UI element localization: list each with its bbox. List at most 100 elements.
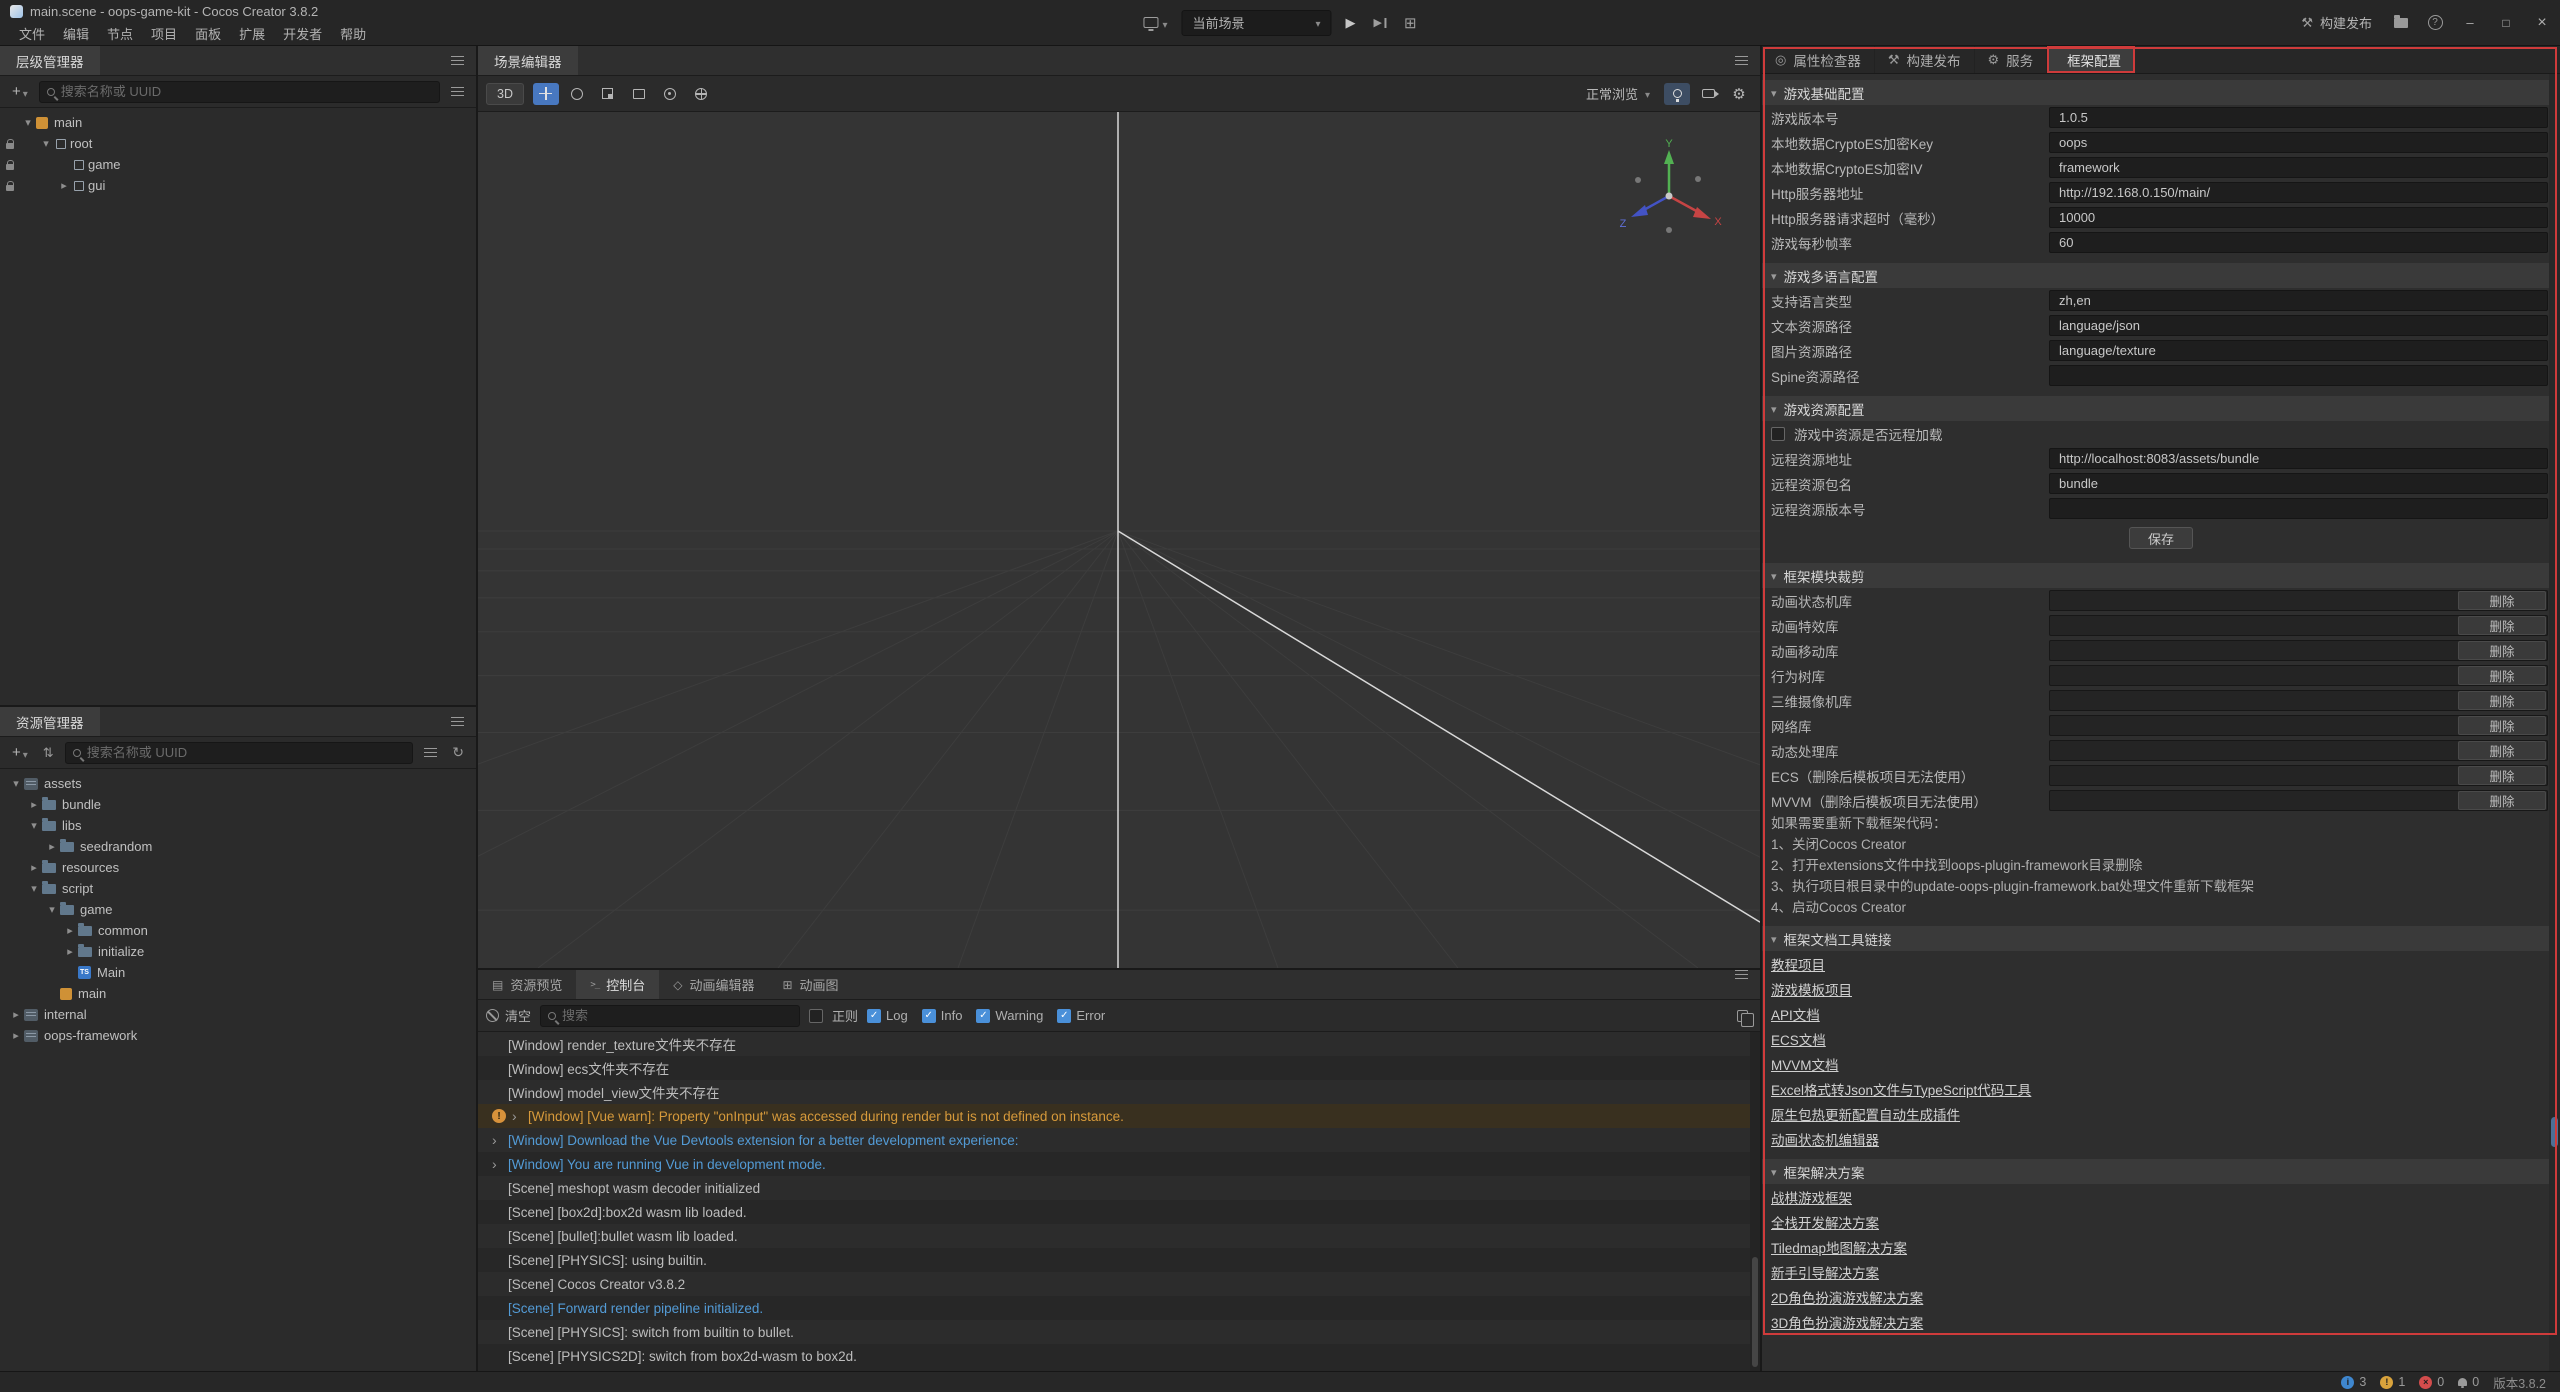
hierarchy-search-input[interactable] [61,84,432,99]
field-input[interactable] [2049,107,2548,128]
asset-node[interactable]: ▾ assets [0,773,476,794]
tree-expand-arrow-icon[interactable]: ▸ [44,840,60,853]
step-button[interactable] [1369,10,1389,36]
assets-search-input[interactable] [87,745,406,760]
menu-item[interactable]: 节点 [98,24,142,43]
close-button[interactable] [2524,0,2560,45]
panel-menu-icon[interactable] [451,717,464,726]
maximize-button[interactable] [2488,0,2524,45]
assets-filter-button[interactable] [420,742,441,764]
move-tool-button[interactable] [533,83,559,105]
create-node-button[interactable] [8,81,32,103]
menu-item[interactable]: 项目 [142,24,186,43]
asset-node[interactable]: ▸ oops-framework [0,1025,476,1046]
solution-link[interactable]: 战棋游戏框架 [1771,1187,1852,1207]
tree-expand-arrow-icon[interactable]: ▸ [56,179,72,192]
field-input[interactable] [2049,473,2548,494]
asset-node[interactable]: Main [0,962,476,983]
lock-icon[interactable] [6,143,14,149]
menu-item[interactable]: 编辑 [54,24,98,43]
asset-node[interactable]: ▸ internal [0,1004,476,1025]
section-header-language[interactable]: 游戏多语言配置 [1762,263,2560,288]
doc-link[interactable]: 原生包热更新配置自动生成插件 [1771,1104,1960,1124]
layout-button[interactable] [1400,10,1421,36]
tree-expand-arrow-icon[interactable]: ▸ [62,945,78,958]
hierarchy-node[interactable]: ▾ root [0,133,476,154]
log-row[interactable]: [Scene] [PHYSICS]: using builtin. [478,1248,1760,1272]
field-input[interactable] [2049,290,2548,311]
field-input[interactable] [2049,340,2548,361]
rect-tool-button[interactable] [626,83,652,105]
log-row[interactable]: [Scene] [PHYSICS2D]: switch from box2d-w… [478,1344,1760,1368]
asset-node[interactable]: ▸ common [0,920,476,941]
tree-expand-arrow-icon[interactable]: ▸ [26,798,42,811]
coordinate-toggle-button[interactable] [688,83,714,105]
asset-node[interactable]: ▸ seedrandom [0,836,476,857]
collapse-logs-button[interactable] [1733,1005,1752,1027]
scene-viewport[interactable]: Y X Z [478,112,1760,968]
hierarchy-filter-button[interactable] [447,81,468,103]
asset-node[interactable]: ▾ game [0,899,476,920]
hierarchy-node[interactable]: ▾ main [0,112,476,133]
doc-link[interactable]: 教程项目 [1771,954,1825,974]
info-log-count[interactable]: 3 [2341,1375,2366,1389]
delete-module-button[interactable]: 删除 [2458,791,2546,810]
tree-expand-arrow-icon[interactable]: ▸ [8,1029,24,1042]
panel-menu-icon[interactable] [451,56,464,65]
tree-expand-arrow-icon[interactable]: ▾ [38,137,54,150]
sort-assets-button[interactable] [39,742,58,764]
log-row[interactable]: [Scene] meshopt wasm decoder initialized [478,1176,1760,1200]
menu-item[interactable]: 帮助 [331,24,375,43]
asset-node[interactable]: ▸ bundle [0,794,476,815]
field-input[interactable] [2049,157,2548,178]
delete-module-button[interactable]: 删除 [2458,616,2546,635]
hierarchy-node[interactable]: game [0,154,476,175]
pivot-toggle-button[interactable] [657,83,683,105]
delete-module-button[interactable]: 删除 [2458,691,2546,710]
tree-expand-arrow-icon[interactable]: ▸ [8,1008,24,1021]
doc-link[interactable]: ECS文档 [1771,1029,1826,1049]
clear-console-button[interactable]: 清空 [486,1006,531,1025]
field-input[interactable] [2049,132,2548,153]
remote-load-checkbox[interactable] [1771,427,1785,441]
solution-link[interactable]: 3D角色扮演游戏解决方案 [1771,1312,1923,1332]
log-row[interactable]: [Scene] Forward render pipeline initiali… [478,1296,1760,1320]
scene-light-toggle[interactable] [1664,83,1690,105]
field-input[interactable] [2049,207,2548,228]
menu-item[interactable]: 面板 [186,24,230,43]
solution-link[interactable]: 新手引导解决方案 [1771,1262,1879,1282]
section-header-docs[interactable]: 框架文档工具链接 [1762,926,2560,951]
log-filter[interactable]: Log [867,1008,908,1023]
expand-chevron-icon[interactable] [512,1109,522,1123]
3d-2d-toggle-button[interactable]: 3D [486,83,524,105]
delete-module-button[interactable]: 删除 [2458,591,2546,610]
error-log-count[interactable]: 0 [2419,1375,2444,1389]
field-input[interactable] [2049,448,2548,469]
log-row[interactable]: [Window] ecs文件夹不存在 [478,1056,1760,1080]
minimize-button[interactable] [2452,0,2488,45]
console-search[interactable] [540,1005,800,1027]
console-search-input[interactable] [562,1008,792,1023]
tree-expand-arrow-icon[interactable]: ▾ [44,903,60,916]
panel-menu-icon[interactable] [1735,970,1748,979]
hierarchy-node[interactable]: ▸ gui [0,175,476,196]
log-filter[interactable]: Warning [976,1008,1043,1023]
assets-tab[interactable]: 资源管理器 [0,707,100,736]
section-header-modules[interactable]: 框架模块裁剪 [1762,563,2560,588]
regex-checkbox[interactable] [809,1009,823,1023]
log-row[interactable]: [Window] render_texture文件夹不存在 [478,1032,1760,1056]
log-row[interactable]: [Scene] [bullet]:bullet wasm lib loaded. [478,1224,1760,1248]
hierarchy-search[interactable] [39,81,440,103]
assets-search[interactable] [65,742,414,764]
section-header-solutions[interactable]: 框架解决方案 [1762,1159,2560,1184]
log-row[interactable]: [Scene] Cocos Creator v3.8.2 [478,1272,1760,1296]
log-filter[interactable]: Info [922,1008,963,1023]
console-tab[interactable]: 动画编辑器 [659,970,768,999]
solution-link[interactable]: Tiledmap地图解决方案 [1771,1237,1907,1257]
preview-target-button[interactable] [1139,10,1171,36]
asset-node[interactable]: main [0,983,476,1004]
doc-link[interactable]: API文档 [1771,1004,1820,1024]
field-input[interactable] [2049,182,2548,203]
doc-link[interactable]: 动画状态机编辑器 [1771,1129,1879,1149]
console-tab[interactable]: 控制台 [576,970,659,999]
